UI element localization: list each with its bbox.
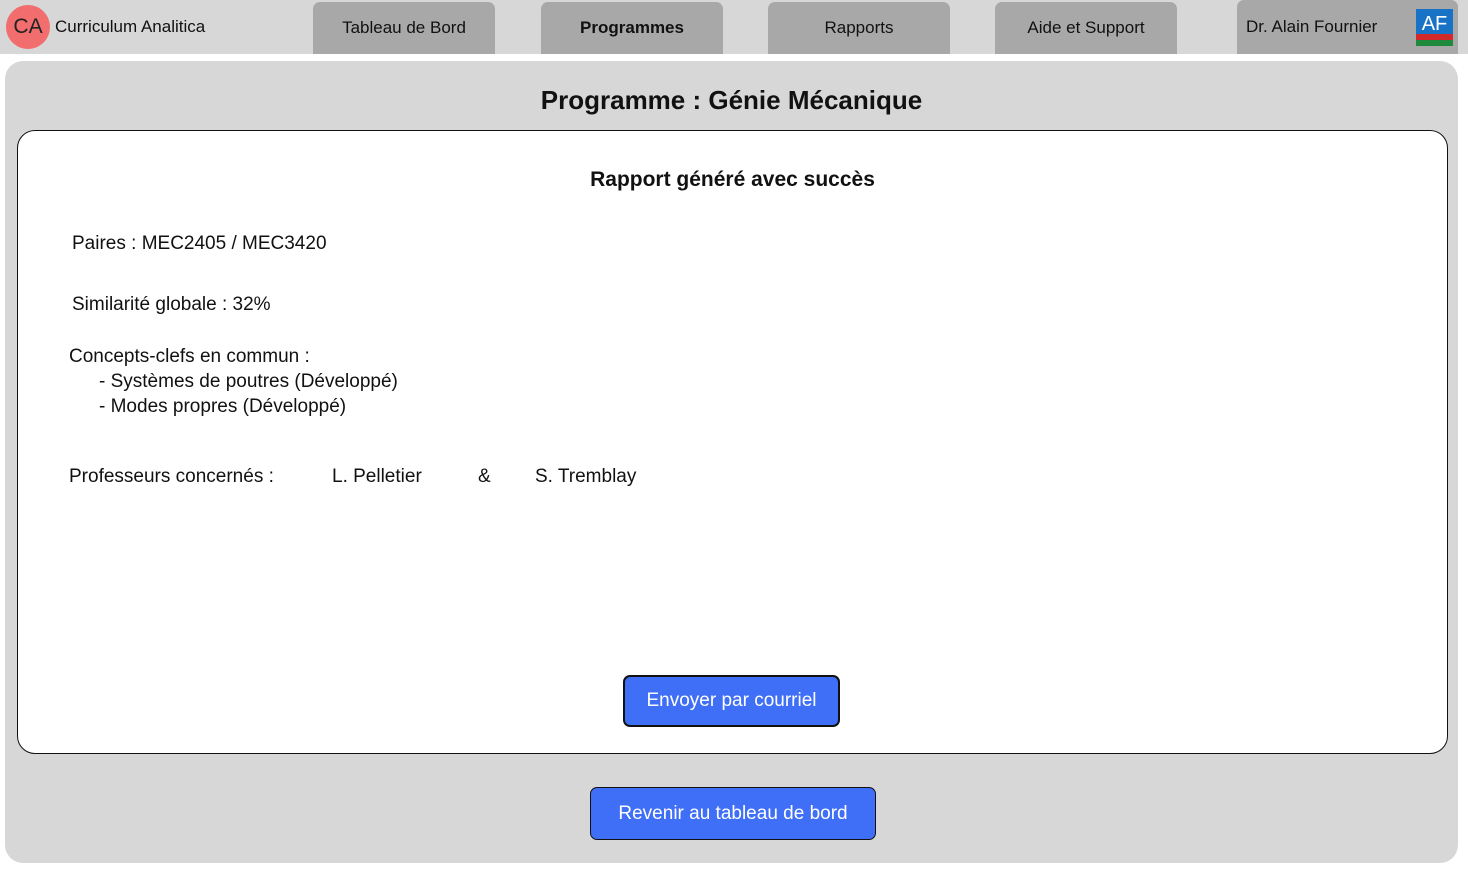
report-similarity: Similarité globale : 32% xyxy=(72,294,271,315)
concepts-heading: Concepts-clefs en commun : xyxy=(69,346,310,367)
concept-item: - Systèmes de poutres (Développé) xyxy=(99,371,398,392)
main-panel: Programme : Génie Mécanique Rapport géné… xyxy=(5,61,1458,863)
report-title: Rapport généré avec succès xyxy=(590,168,875,191)
user-avatar[interactable]: AF xyxy=(1416,9,1453,46)
report-card: Rapport généré avec succès Paires : MEC2… xyxy=(17,130,1448,754)
back-to-dashboard-button[interactable]: Revenir au tableau de bord xyxy=(590,787,876,840)
professor-name: S. Tremblay xyxy=(535,466,637,487)
professor-separator: & xyxy=(478,466,491,487)
page-title: Programme : Génie Mécanique xyxy=(540,85,923,115)
app-logo: CA xyxy=(6,5,50,49)
nav-rapports[interactable]: Rapports xyxy=(768,2,950,54)
professor-name: L. Pelletier xyxy=(332,466,422,487)
app-name: Curriculum Analitica xyxy=(55,17,206,36)
top-navigation-bar: CA Curriculum Analitica Tableau de Bord … xyxy=(0,0,1468,54)
nav-programmes[interactable]: Programmes xyxy=(541,2,723,54)
user-name: Dr. Alain Fournier xyxy=(1246,17,1378,36)
nav-tableau-de-bord[interactable]: Tableau de Bord xyxy=(313,2,495,54)
professors-label: Professeurs concernés : xyxy=(69,466,274,487)
report-pairs: Paires : MEC2405 / MEC3420 xyxy=(72,233,327,254)
send-by-email-button[interactable]: Envoyer par courriel xyxy=(623,675,840,727)
user-menu[interactable]: Dr. Alain Fournier AF xyxy=(1237,0,1458,54)
nav-aide-et-support[interactable]: Aide et Support xyxy=(995,2,1177,54)
concept-item: - Modes propres (Développé) xyxy=(99,396,347,417)
